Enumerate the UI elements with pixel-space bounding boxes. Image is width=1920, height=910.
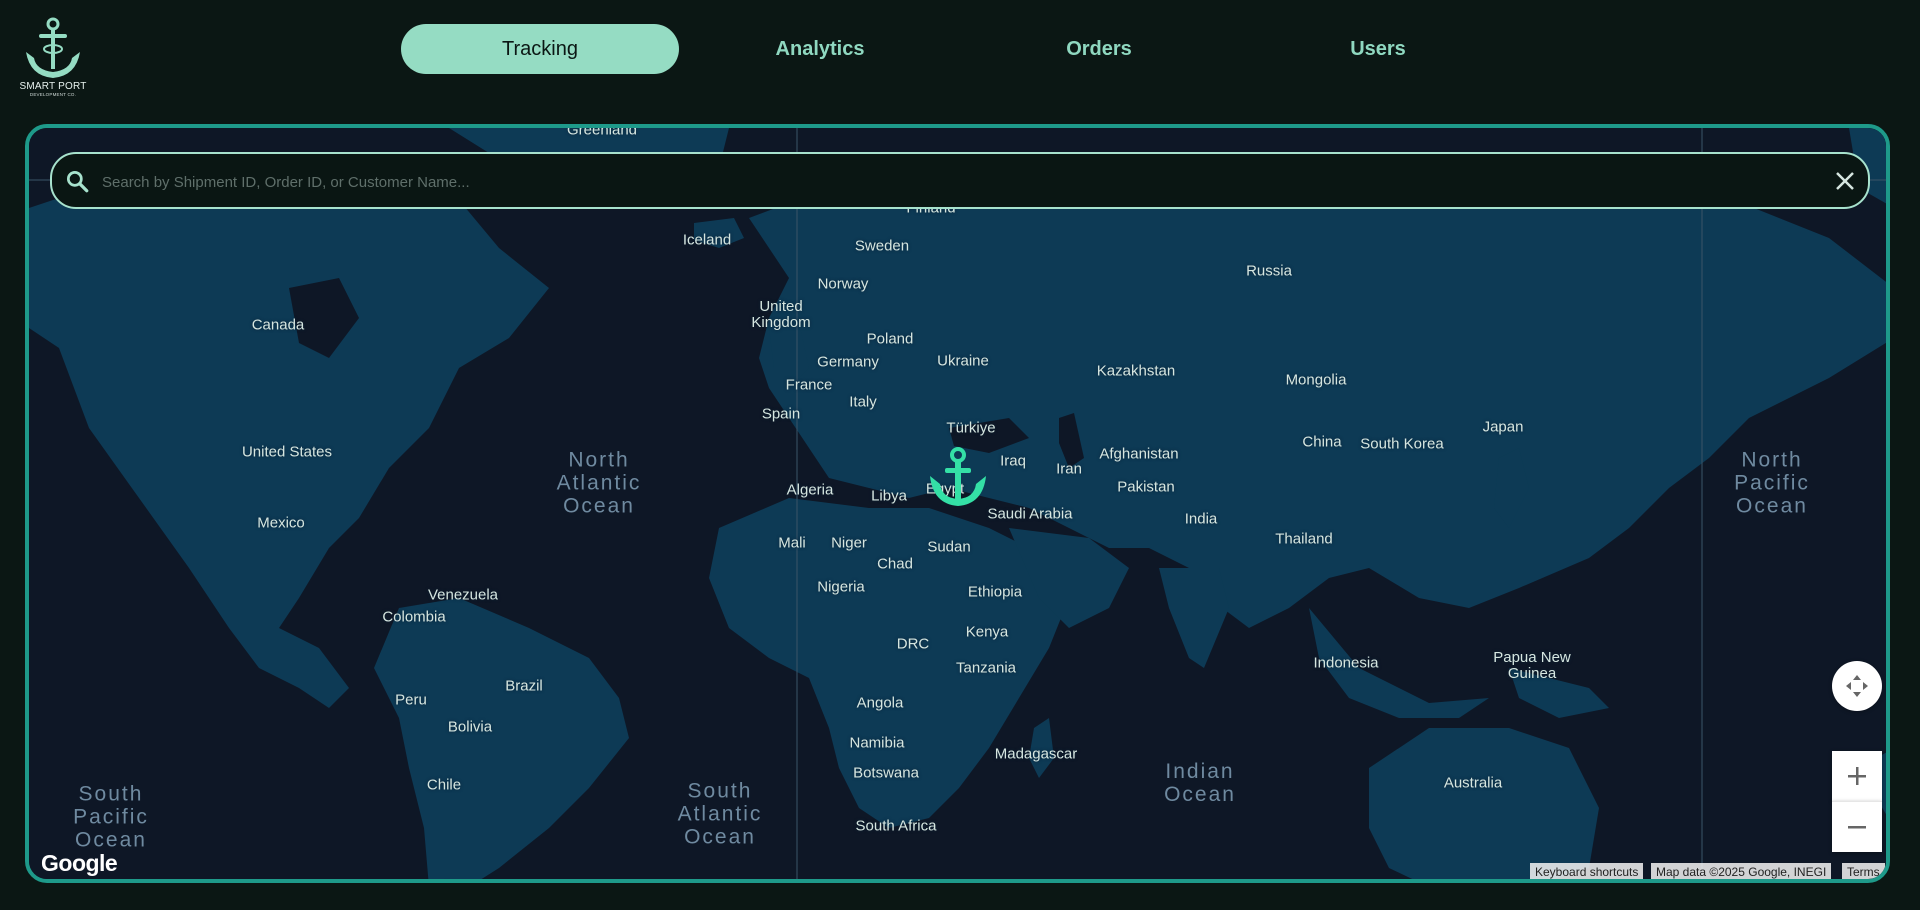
country-label: Bolivia: [447, 718, 493, 736]
country-label: Iceland: [682, 231, 732, 249]
search-bar: [50, 152, 1870, 209]
map-container[interactable]: GreenlandFinlandIcelandSwedenRussiaNorwa…: [25, 124, 1890, 883]
country-label: Tanzania: [955, 659, 1017, 677]
country-label: Thailand: [1275, 530, 1333, 548]
zoom-in-button[interactable]: [1832, 751, 1882, 801]
country-label: Namibia: [849, 734, 905, 752]
country-label: Argentina: [442, 879, 506, 880]
country-label: Chile: [426, 776, 462, 794]
country-label: Botswana: [853, 764, 919, 782]
country-label: United States: [241, 443, 333, 461]
country-label: Spain: [761, 405, 801, 423]
country-label: United Kingdom: [751, 298, 811, 331]
brand-subtitle: DEVELOPMENT CO.: [29, 92, 77, 97]
country-label: Brazil: [505, 677, 543, 695]
port-marker[interactable]: [927, 446, 989, 513]
keyboard-shortcuts-link[interactable]: Keyboard shortcuts: [1530, 863, 1644, 879]
country-label: Norway: [817, 275, 869, 293]
country-label: Iran: [1056, 460, 1082, 478]
brand-name: SMART PORT: [19, 81, 87, 92]
country-label: Iraq: [1000, 452, 1026, 470]
tab-analytics[interactable]: Analytics: [681, 24, 959, 74]
country-label: China: [1302, 433, 1342, 451]
country-label: Japan: [1482, 418, 1524, 436]
country-label: France: [785, 376, 833, 394]
camera-control-button[interactable]: [1832, 661, 1882, 711]
minus-icon: [1848, 826, 1866, 829]
country-label: Madagascar: [994, 745, 1078, 763]
country-label: Angola: [856, 694, 904, 712]
plus-icon: [1848, 767, 1866, 785]
country-label: Italy: [849, 393, 877, 411]
country-label: Australia: [1443, 774, 1503, 792]
tab-tracking[interactable]: Tracking: [401, 24, 679, 74]
country-label: Niger: [831, 534, 867, 552]
clear-search-icon[interactable]: [1834, 170, 1856, 197]
country-label: Afghanistan: [1099, 445, 1179, 463]
country-label: South Korea: [1360, 435, 1444, 453]
country-label: Türkiye: [946, 419, 996, 437]
pan-icon: [1846, 675, 1868, 697]
country-label: Ukraine: [937, 352, 989, 370]
country-label: South Africa: [855, 817, 937, 835]
terms-link[interactable]: Terms: [1842, 863, 1885, 879]
country-label: Pakistan: [1117, 478, 1175, 496]
country-label: Nigeria: [817, 578, 865, 596]
country-label: Sudan: [927, 538, 971, 556]
ocean-label: South Atlantic Ocean: [677, 779, 763, 849]
country-label: Ethiopia: [967, 583, 1023, 601]
country-label: DRC: [896, 635, 930, 653]
anchor-icon: [930, 447, 986, 506]
country-label: Mali: [778, 534, 806, 552]
country-label: Chad: [877, 555, 913, 573]
country-label: Papua New Guinea: [1493, 649, 1571, 682]
country-label: Poland: [866, 330, 914, 348]
country-label: Canada: [251, 316, 305, 334]
country-label: Mongolia: [1285, 371, 1347, 389]
map-data-attribution: Map data ©2025 Google, INEGI: [1651, 863, 1832, 879]
country-label: Saudi Arabia: [987, 505, 1073, 523]
country-label: India: [1184, 510, 1218, 528]
country-label: Russia: [1246, 262, 1292, 280]
tab-orders[interactable]: Orders: [960, 24, 1238, 74]
search-icon: [64, 168, 90, 199]
country-label: Venezuela: [427, 586, 499, 604]
country-label: Colombia: [382, 608, 446, 626]
country-label: Algeria: [786, 481, 834, 499]
country-label: Greenland: [566, 124, 638, 139]
main-nav: Tracking Analytics Orders Users: [0, 24, 1920, 74]
country-label: Germany: [817, 353, 879, 371]
ocean-label: South Pacific Ocean: [73, 782, 149, 852]
country-label: Indonesia: [1313, 654, 1379, 672]
country-label: Peru: [395, 691, 427, 709]
country-label: Sweden: [854, 237, 910, 255]
ocean-label: North Pacific Ocean: [1734, 448, 1810, 518]
zoom-out-button[interactable]: [1832, 801, 1882, 852]
tab-users[interactable]: Users: [1239, 24, 1517, 74]
country-label: Mexico: [257, 514, 305, 532]
ocean-label: North Atlantic Ocean: [556, 448, 642, 518]
ocean-label: Indian Ocean: [1164, 760, 1236, 806]
google-logo: Google: [41, 850, 118, 876]
country-label: Kenya: [965, 623, 1009, 641]
country-label: Libya: [871, 487, 907, 505]
country-label: Kazakhstan: [1096, 362, 1176, 380]
search-input[interactable]: [100, 166, 1804, 198]
